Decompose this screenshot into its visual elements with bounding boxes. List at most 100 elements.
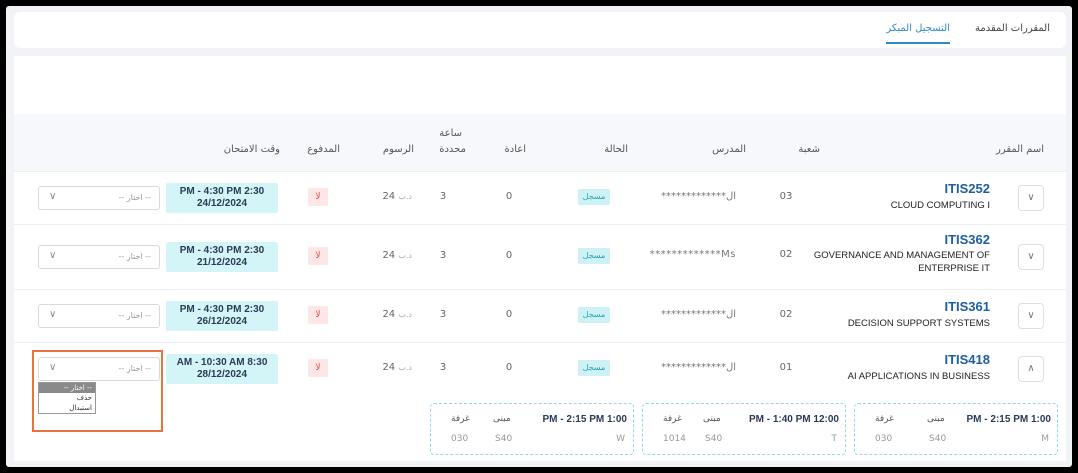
- credit-hours: 3: [439, 191, 447, 202]
- building-value: S40: [495, 434, 513, 444]
- fees-amount: د.ب 24: [372, 362, 412, 373]
- status-badge: مسجل: [578, 189, 610, 205]
- col-exam: وقت الامتحان: [223, 144, 280, 155]
- chevron-down-icon: ∨: [49, 250, 57, 261]
- fees-value: 24: [382, 309, 396, 320]
- exam-time: PM - 4:30 PM 2:30: [179, 245, 265, 256]
- col-status: الحالة: [604, 144, 628, 155]
- col-hours-bottom: محددة: [439, 144, 466, 155]
- dropdown-options: -- اختار -- حذف استبدال: [38, 382, 96, 414]
- select-value: -- اختار --: [118, 252, 151, 261]
- course-title: CLOUD COMPUTING I: [890, 200, 990, 211]
- option-choose[interactable]: -- اختار --: [39, 383, 95, 393]
- exam-time-badge: AM - 10:30 AM 8:30 28/12/2024: [166, 354, 278, 384]
- chevron-up-icon[interactable]: ∧: [1018, 356, 1044, 382]
- building-label: مبنى: [493, 414, 511, 424]
- table-row: ∨ ITIS362 GOVERNANCE AND MANAGEMENT OF E…: [14, 226, 1066, 290]
- repeat-count: 0: [505, 309, 513, 320]
- course-code[interactable]: ITIS418: [944, 352, 990, 367]
- option-replace[interactable]: استبدال: [39, 403, 95, 413]
- action-select[interactable]: -- اختار -- ∨: [38, 304, 160, 328]
- col-repeat: اعادة: [504, 144, 526, 155]
- chevron-down-icon: ∨: [49, 191, 57, 202]
- section-number: 03: [779, 191, 793, 202]
- status-badge: مسجل: [578, 248, 610, 264]
- schedule-day: M: [1041, 434, 1049, 444]
- col-paid: المدفوع: [307, 144, 340, 155]
- select-value: -- اختار --: [118, 193, 151, 202]
- tab-early-registration[interactable]: التسجيل المبكر: [886, 23, 950, 44]
- currency-label: د.ب: [398, 363, 412, 372]
- credit-hours: 3: [439, 362, 447, 373]
- exam-date: 21/12/2024: [196, 257, 248, 268]
- teacher-name: *************ال: [660, 309, 736, 320]
- repeat-count: 0: [505, 250, 513, 261]
- tab-submitted-courses[interactable]: المقررات المقدمة: [975, 23, 1050, 34]
- course-title: GOVERNANCE AND MANAGEMENT OF ENTERPRISE …: [813, 250, 990, 274]
- table-row: ∧ ITIS418 AI APPLICATIONS IN BUSINESS 01…: [14, 344, 1066, 396]
- schedule-time: PM - 2:15 PM 1:00: [542, 414, 627, 425]
- exam-time-badge: PM - 4:30 PM 2:30 26/12/2024: [166, 301, 278, 331]
- paid-badge: لا: [308, 247, 328, 265]
- table-header: اسم المقرر شعبة المدرس الحالة اعادة ساعة…: [14, 114, 1066, 172]
- fees-amount: د.ب 24: [372, 309, 412, 320]
- schedule-time: PM - 1:40 PM 12:00: [748, 414, 839, 425]
- teacher-name: *************ال: [660, 191, 736, 202]
- schedule-day: W: [616, 434, 625, 444]
- exam-date: 28/12/2024: [196, 369, 248, 380]
- paid-badge: لا: [308, 359, 328, 377]
- section-number: 02: [779, 249, 793, 260]
- exam-time-badge: PM - 4:30 PM 2:30 21/12/2024: [166, 242, 278, 272]
- action-select[interactable]: -- اختار -- ∨: [38, 186, 160, 210]
- chevron-down-icon[interactable]: ∨: [1018, 244, 1044, 270]
- room-value: 030: [875, 434, 893, 444]
- building-value: S40: [929, 434, 947, 444]
- fees-value: 24: [382, 250, 396, 261]
- exam-time-badge: PM - 4:30 PM 2:30 24/12/2024: [166, 183, 278, 213]
- schedule-time: PM - 2:15 PM 1:00: [966, 414, 1051, 425]
- schedule-card: PM - 2:15 PM 1:00 M مبنى S40 غرفة 030: [854, 403, 1058, 455]
- room-label: غرفة: [663, 414, 682, 424]
- exam-date: 26/12/2024: [196, 316, 248, 327]
- action-select[interactable]: -- اختار -- ∨: [38, 245, 160, 269]
- course-code[interactable]: ITIS362: [944, 232, 990, 247]
- exam-date: 24/12/2024: [196, 198, 248, 209]
- select-value: -- اختار --: [118, 311, 151, 320]
- currency-label: د.ب: [398, 192, 412, 201]
- building-value: S40: [705, 434, 723, 444]
- chevron-down-icon[interactable]: ∨: [1018, 185, 1044, 211]
- col-fees: الرسوم: [382, 144, 414, 155]
- option-delete[interactable]: حذف: [39, 393, 95, 403]
- table-row: ∨ ITIS252 CLOUD COMPUTING I 03 *********…: [14, 173, 1066, 225]
- col-teacher: المدرس: [712, 144, 746, 155]
- schedule-card: PM - 1:40 PM 12:00 T مبنى S40 غرفة 1014: [642, 403, 846, 455]
- course-code[interactable]: ITIS252: [944, 181, 990, 196]
- repeat-count: 0: [505, 191, 513, 202]
- credit-hours: 3: [439, 250, 447, 261]
- teacher-name: *************Ms: [649, 249, 736, 260]
- table-row: ∨ ITIS361 DECISION SUPPORT SYSTEMS 02 **…: [14, 291, 1066, 343]
- building-label: مبنى: [703, 414, 721, 424]
- repeat-count: 0: [505, 362, 513, 373]
- currency-label: د.ب: [398, 310, 412, 319]
- schedule-card: PM - 2:15 PM 1:00 W مبنى S40 غرفة 030: [430, 403, 634, 455]
- schedule-day: T: [831, 434, 838, 444]
- credit-hours: 3: [439, 309, 447, 320]
- exam-time: PM - 4:30 PM 2:30: [179, 186, 265, 197]
- col-course: اسم المقرر: [995, 144, 1044, 155]
- paid-badge: لا: [308, 188, 328, 206]
- exam-time: AM - 10:30 AM 8:30: [176, 357, 268, 368]
- chevron-down-icon: ∨: [49, 309, 57, 320]
- col-section: شعبة: [798, 144, 820, 155]
- app-frame: التسجيل المبكر المقررات المقدمة اسم المق…: [6, 6, 1072, 467]
- chevron-down-icon[interactable]: ∨: [1018, 303, 1044, 329]
- building-label: مبنى: [927, 414, 945, 424]
- room-value: 1014: [663, 434, 686, 444]
- status-badge: مسجل: [578, 307, 610, 323]
- courses-panel: اسم المقرر شعبة المدرس الحالة اعادة ساعة…: [14, 56, 1066, 461]
- course-code[interactable]: ITIS361: [944, 299, 990, 314]
- section-number: 02: [779, 309, 793, 320]
- section-number: 01: [779, 362, 793, 373]
- exam-time: PM - 4:30 PM 2:30: [179, 304, 265, 315]
- fees-amount: د.ب 24: [372, 250, 412, 261]
